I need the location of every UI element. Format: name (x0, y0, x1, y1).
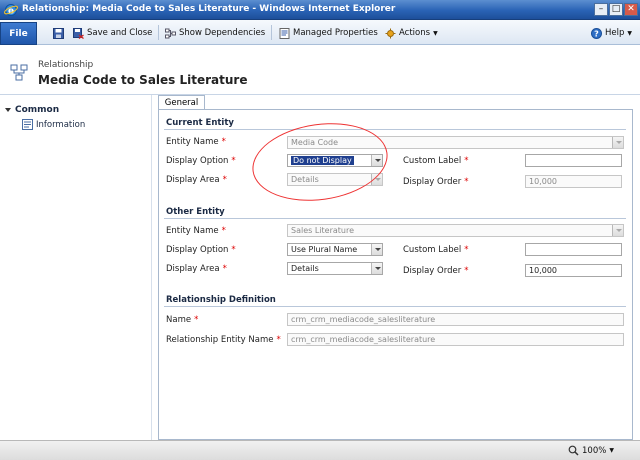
required-marker: * (464, 156, 469, 166)
title-bar: e Relationship: Media Code to Sales Lite… (0, 0, 640, 20)
help-label: Help (605, 28, 625, 38)
save-button[interactable] (53, 25, 64, 41)
relationship-entity-name-input[interactable]: crm_crm_mediacode_salesliterature (287, 333, 624, 346)
dependencies-icon (165, 28, 176, 38)
chevron-down-icon: ▼ (433, 29, 438, 37)
file-button[interactable]: File (0, 22, 37, 45)
form-icon (22, 119, 33, 130)
section-divider (164, 218, 626, 219)
nav-item-label: Information (36, 119, 86, 130)
help-icon: ? (591, 27, 602, 39)
zoom-control[interactable]: 100% ▼ (568, 445, 614, 456)
close-icon: ✕ (627, 4, 635, 14)
managed-properties-icon (279, 27, 290, 39)
save-close-icon (73, 27, 84, 39)
other-display-area-label: Display Area * (166, 264, 227, 274)
actions-label: Actions (399, 28, 431, 38)
required-marker: * (276, 335, 281, 345)
relationship-name-input[interactable]: crm_crm_mediacode_salesliterature (287, 313, 624, 326)
zoom-level: 100% (582, 445, 607, 456)
chevron-down-icon (371, 244, 382, 255)
other-custom-label-input[interactable] (525, 243, 622, 256)
left-navigation: Common Information (0, 95, 152, 440)
magnifier-icon (568, 445, 579, 456)
status-bar: 100% ▼ (0, 440, 640, 460)
toolbar-divider (158, 25, 159, 40)
tab-general[interactable]: General (158, 95, 205, 110)
chevron-down-icon (371, 263, 382, 274)
page-title: Media Code to Sales Literature (38, 73, 248, 87)
managed-properties-label: Managed Properties (293, 28, 378, 38)
section-title-current-entity: Current Entity (166, 118, 234, 128)
chevron-down-icon: ▼ (609, 447, 614, 454)
nav-category-label: Common (15, 105, 60, 115)
other-display-area-select[interactable]: Details (287, 262, 383, 275)
required-marker: * (221, 226, 226, 236)
other-display-order-label: Display Order * (403, 266, 469, 276)
other-display-order-input[interactable]: 10,000 (525, 264, 622, 277)
window-title: Relationship: Media Code to Sales Litera… (22, 4, 396, 14)
relationship-name-label: Name * (166, 315, 199, 325)
chevron-down-icon: ▼ (627, 29, 633, 37)
actions-icon (385, 28, 396, 38)
help-menu-button[interactable]: ? Help ▼ (591, 25, 632, 41)
svg-text:?: ? (594, 29, 599, 38)
other-entity-name-select[interactable]: Sales Literature (287, 224, 624, 237)
minimize-icon: – (598, 4, 604, 14)
required-marker: * (194, 315, 199, 325)
save-and-close-label: Save and Close (87, 28, 153, 38)
required-marker: * (221, 137, 226, 147)
relationship-entity-name-label: Relationship Entity Name * (166, 335, 281, 345)
entity-type-label: Relationship (38, 60, 94, 70)
required-marker: * (231, 245, 236, 255)
other-entity-name-label: Entity Name * (166, 226, 226, 236)
show-dependencies-label: Show Dependencies (179, 28, 266, 38)
current-custom-label-input[interactable] (525, 154, 622, 167)
required-marker: * (222, 264, 227, 274)
section-title-other-entity: Other Entity (166, 207, 225, 217)
current-display-order-label: Display Order * (403, 177, 469, 187)
current-display-area-label: Display Area * (166, 175, 227, 185)
command-bar: File Save and Close Show Dependencies Ma… (0, 20, 640, 45)
nav-item-information[interactable]: Information (22, 119, 85, 130)
section-divider (164, 129, 626, 130)
required-marker: * (464, 177, 469, 187)
current-entity-name-label: Entity Name * (166, 137, 226, 147)
minimize-button[interactable]: – (594, 3, 608, 16)
actions-menu-button[interactable]: Actions ▼ (385, 25, 438, 41)
nav-category-common[interactable]: Common (5, 105, 59, 115)
current-display-order-input[interactable]: 10,000 (525, 175, 622, 188)
expand-triangle-icon (5, 108, 11, 112)
section-divider (164, 306, 626, 307)
toolbar-divider (271, 25, 272, 40)
current-display-option-label: Display Option * (166, 156, 236, 166)
required-marker: * (222, 175, 227, 185)
section-title-relationship-definition: Relationship Definition (166, 295, 276, 305)
maximize-icon: □ (611, 4, 621, 14)
required-marker: * (231, 156, 236, 166)
required-marker: * (464, 245, 469, 255)
relationship-icon (10, 64, 28, 81)
show-dependencies-button[interactable]: Show Dependencies (165, 25, 265, 41)
other-display-option-select[interactable]: Use Plural Name (287, 243, 383, 256)
save-icon (53, 27, 64, 39)
chevron-down-icon (612, 137, 623, 148)
chevron-down-icon (612, 225, 623, 236)
required-marker: * (464, 266, 469, 276)
other-display-option-label: Display Option * (166, 245, 236, 255)
managed-properties-button[interactable]: Managed Properties (279, 25, 378, 41)
internet-explorer-icon: e (4, 4, 18, 17)
maximize-button[interactable]: □ (609, 3, 623, 16)
current-custom-label-label: Custom Label * (403, 156, 469, 166)
save-and-close-button[interactable]: Save and Close (73, 25, 152, 41)
close-button[interactable]: ✕ (624, 3, 638, 16)
other-custom-label-label: Custom Label * (403, 245, 469, 255)
